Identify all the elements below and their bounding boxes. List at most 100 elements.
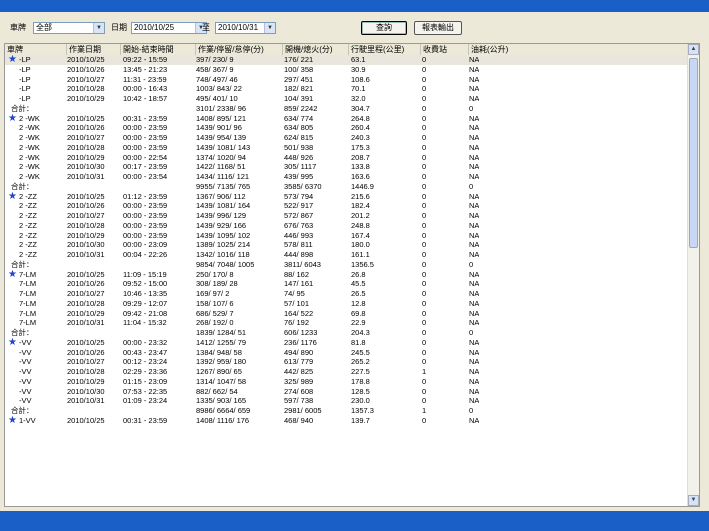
cell-engine: 522/ 917 [284, 201, 314, 211]
cell-mileage: 1446.9 [351, 181, 374, 191]
table-row[interactable]: 2 -WK 2010/10/30 00:17 - 23:59 1422/ 1168/ … [5, 162, 690, 172]
table-row[interactable]: 2 -ZZ 2010/10/26 00:00 - 23:59 1439/ 1081/ … [5, 201, 690, 211]
cell-toll: 0 [422, 337, 427, 347]
table-row[interactable]: ★ 2 -WK 2010/10/25 00:31 - 23:59 1408/ 895/ … [5, 114, 690, 124]
column-header-time[interactable]: 開始-結束時間 [121, 44, 196, 55]
table-row[interactable]: -LP 2010/10/28 00:00 - 16:43 1003/ 843/ 22 1… [5, 84, 690, 94]
cell-engine: 2981/ 6005 [284, 406, 322, 415]
table-row[interactable]: 2 -WK 2010/10/28 00:00 - 23:59 1439/ 1081/ … [5, 143, 690, 153]
table-row[interactable]: ★ -VV 2010/10/25 00:00 - 23:32 1412/ 1255/ 7… [5, 338, 690, 348]
table-row[interactable]: -LP 2010/10/29 10:42 - 18:57 495/ 401/ 10 10… [5, 94, 690, 104]
cell-fuel: 0 [469, 259, 474, 269]
cell-engine: 501/ 938 [284, 142, 314, 152]
table-row[interactable]: 2 -WK 2010/10/31 00:00 - 23:54 1434/ 1116/ … [5, 172, 690, 182]
table-row[interactable]: -VV 2010/10/29 01:15 - 23:09 1314/ 1047/ 58… [5, 377, 690, 387]
cell-engine: 444/ 898 [284, 250, 314, 259]
chevron-down-icon[interactable]: ▼ [93, 23, 104, 33]
end-date-picker[interactable]: 2010/10/31 ▼ [215, 22, 276, 34]
cell-plate: -LP [19, 94, 31, 103]
column-header-engine[interactable]: 開機/熄火(分) [283, 44, 349, 55]
subtotal-row[interactable]: 合計： 3101/ 2338/ 96 859/ 2242 304.7 0 0 [5, 104, 690, 114]
table-row[interactable]: 2 -WK 2010/10/27 00:00 - 23:59 1439/ 954/ 1… [5, 133, 690, 143]
cell-date: 2010/10/30 [67, 386, 105, 396]
cell-date: 2010/10/31 [67, 172, 105, 181]
table-row[interactable]: 7-LM 2010/10/29 09:42 - 21:08 686/ 529/ 7 16… [5, 309, 690, 319]
table-row[interactable]: -LP 2010/10/26 13:45 - 21:23 458/ 367/ 9 100… [5, 65, 690, 75]
cell-date: 2010/10/26 [67, 201, 105, 211]
cell-plate: 合計： [11, 181, 34, 191]
cell-fuel: NA [469, 162, 480, 172]
scroll-thumb[interactable] [689, 58, 698, 248]
scroll-up-icon[interactable]: ▲ [688, 44, 699, 55]
table-row[interactable]: ★ 1-VV 2010/10/25 00:31 - 23:59 1408/ 1116/ … [5, 416, 690, 426]
table-row[interactable]: 7-LM 2010/10/31 11:04 - 15:32 268/ 192/ 0 76… [5, 318, 690, 328]
table-row[interactable]: 2 -WK 2010/10/29 00:00 - 22:54 1374/ 1020/ … [5, 153, 690, 163]
table-row[interactable]: -VV 2010/10/31 01:09 - 23:24 1335/ 903/ 165… [5, 396, 690, 406]
start-date-picker[interactable]: 2010/10/25 ▼ [131, 22, 207, 34]
cell-plate: 2 -ZZ [19, 220, 37, 230]
cell-fuel: NA [469, 367, 480, 376]
column-header-date[interactable]: 作業日期 [67, 44, 121, 55]
cell-date: 2010/10/29 [67, 308, 105, 318]
subtotal-row[interactable]: 合計： 1839/ 1284/ 51 606/ 1233 204.3 0 0 [5, 328, 690, 338]
cell-work: 1408/ 895/ 121 [196, 113, 247, 123]
subtotal-row[interactable]: 合計： 9955/ 7135/ 765 3585/ 6370 1446.9 0 0 [5, 182, 690, 192]
table-row[interactable]: 7-LM 2010/10/27 10:46 - 13:35 169/ 97/ 2 74/… [5, 289, 690, 299]
cell-toll: 0 [422, 415, 427, 425]
table-row[interactable]: 7-LM 2010/10/28 09:29 - 12:07 158/ 107/ 6 57… [5, 299, 690, 309]
column-header-fuel[interactable]: 油耗(公升) [469, 44, 690, 55]
column-header-mileage[interactable]: 行駛里程(公里) [349, 44, 421, 55]
cell-plate: 合計： [11, 328, 34, 337]
cell-toll: 0 [422, 318, 427, 328]
cell-mileage: 248.8 [351, 220, 370, 230]
table-row[interactable]: 2 -ZZ 2010/10/27 00:00 - 23:59 1439/ 996/ 1… [5, 211, 690, 221]
table-row[interactable]: 2 -ZZ 2010/10/28 00:00 - 23:59 1439/ 929/ 1… [5, 221, 690, 231]
table-row[interactable]: 7-LM 2010/10/26 09:52 - 15:00 308/ 189/ 28 1… [5, 279, 690, 289]
export-report-button[interactable]: 報表輸出 [414, 21, 462, 35]
table-row[interactable]: ★ -LP 2010/10/25 09:22 - 15:59 397/ 230/ 9 17… [5, 55, 690, 65]
column-header-plate[interactable]: 車牌 [5, 44, 67, 55]
cell-work: 169/ 97/ 2 [196, 289, 230, 298]
cell-work: 1439/ 1095/ 102 [196, 230, 251, 240]
cell-toll: 0 [422, 201, 427, 211]
report-panel: 車牌 全部 ▼ 日期 2010/10/25 ▼ 至 2010/10/31 ▼ 查… [0, 12, 709, 511]
table-row[interactable]: -LP 2010/10/27 11:31 - 23:59 748/ 497/ 46 29… [5, 75, 690, 85]
query-button[interactable]: 查詢 [361, 21, 407, 35]
cell-engine: 676/ 763 [284, 220, 314, 230]
star-icon: ★ [8, 113, 17, 123]
table-row[interactable]: ★ 2 -ZZ 2010/10/25 01:12 - 23:59 1367/ 906/ … [5, 192, 690, 202]
cell-fuel: NA [469, 240, 480, 250]
table-row[interactable]: 2 -WK 2010/10/26 00:00 - 23:59 1439/ 901/ 9… [5, 123, 690, 133]
cell-toll: 0 [422, 328, 427, 337]
cell-fuel: NA [469, 191, 480, 201]
column-header-toll[interactable]: 收費站 [421, 44, 469, 55]
cell-time: 00:31 - 23:59 [123, 415, 168, 425]
plate-select[interactable]: 全部 ▼ [33, 22, 105, 34]
cell-mileage: 167.4 [351, 230, 370, 240]
cell-work: 495/ 401/ 10 [196, 94, 238, 103]
scroll-down-icon[interactable]: ▼ [688, 495, 699, 506]
cell-plate: 2 -ZZ [19, 191, 37, 201]
cell-toll: 0 [422, 84, 427, 94]
chevron-down-icon[interactable]: ▼ [264, 23, 275, 33]
subtotal-row[interactable]: 合計： 8986/ 6664/ 659 2981/ 6005 1357.3 1 0 [5, 406, 690, 416]
cell-date: 2010/10/30 [67, 162, 105, 172]
table-row[interactable]: 2 -ZZ 2010/10/29 00:00 - 23:59 1439/ 1095/ … [5, 231, 690, 241]
cell-time: 00:00 - 23:59 [123, 123, 168, 133]
cell-engine: 3811/ 6043 [284, 259, 321, 269]
subtotal-row[interactable]: 合計： 9854/ 7048/ 1005 3811/ 6043 1356.5 0 0 [5, 260, 690, 270]
cell-work: 686/ 529/ 7 [196, 308, 234, 318]
table-row[interactable]: -VV 2010/10/26 00:43 - 23:47 1384/ 948/ 58 4… [5, 348, 690, 358]
cell-fuel: NA [469, 415, 480, 425]
cell-plate: -LP [19, 55, 31, 64]
table-row[interactable]: -VV 2010/10/30 07:53 - 22:35 882/ 662/ 54 27… [5, 387, 690, 397]
vertical-scrollbar[interactable]: ▲ ▼ [687, 44, 699, 506]
column-header-work[interactable]: 作業/停留/怠停(分) [196, 44, 283, 55]
report-table[interactable]: 車牌 作業日期 開始-結束時間 作業/停留/怠停(分) 開機/熄火(分) 行駛里… [4, 43, 700, 507]
table-row[interactable]: -VV 2010/10/28 02:29 - 23:36 1267/ 890/ 65 4… [5, 367, 690, 377]
table-row[interactable]: ★ 7-LM 2010/10/25 11:09 - 15:19 250/ 170/ 8 8… [5, 270, 690, 280]
table-row[interactable]: 2 -ZZ 2010/10/30 00:00 - 23:09 1389/ 1025/ … [5, 240, 690, 250]
table-row[interactable]: 2 -ZZ 2010/10/31 00:04 - 22:26 1342/ 1016/ … [5, 250, 690, 260]
star-icon: ★ [8, 269, 17, 279]
table-row[interactable]: -VV 2010/10/27 00:12 - 23:24 1392/ 959/ 180… [5, 357, 690, 367]
